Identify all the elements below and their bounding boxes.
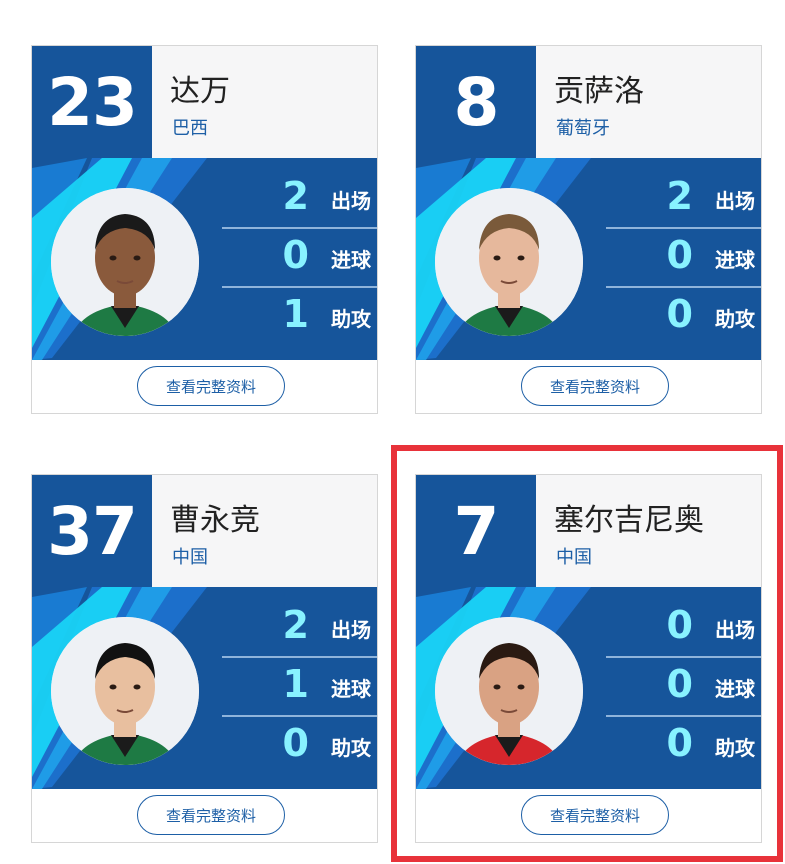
- player-photo[interactable]: [51, 188, 199, 336]
- stat-goals: 1 进球: [222, 654, 377, 713]
- stat-value: 2: [282, 603, 309, 647]
- stat-value: 2: [282, 174, 309, 218]
- stat-value: 1: [282, 292, 309, 336]
- stat-value: 1: [282, 662, 309, 706]
- stat-label: 助攻: [715, 307, 755, 331]
- stat-appearances: 0 出场: [606, 595, 761, 654]
- stat-assists: 0 助攻: [606, 713, 761, 772]
- player-country: 中国: [172, 547, 208, 568]
- stat-label: 出场: [331, 618, 371, 642]
- jersey-number: 7: [416, 475, 536, 587]
- stat-label: 出场: [715, 618, 755, 642]
- stat-label: 进球: [715, 248, 755, 272]
- jersey-number: 8: [416, 46, 536, 158]
- stat-value: 0: [282, 233, 309, 277]
- stats-panel: 2 出场 0 进球 0 助攻: [416, 158, 761, 360]
- stat-divider: [222, 715, 377, 717]
- card-header: 23 达万 巴西: [32, 46, 377, 158]
- player-country: 葡萄牙: [556, 118, 610, 139]
- stat-appearances: 2 出场: [606, 166, 761, 225]
- stat-label: 进球: [715, 677, 755, 701]
- stat-assists: 0 助攻: [606, 284, 761, 343]
- view-full-profile-button[interactable]: 查看完整资料: [137, 795, 285, 835]
- stat-goals: 0 进球: [222, 225, 377, 284]
- stat-divider: [222, 286, 377, 288]
- player-card: 8 贡萨洛 葡萄牙 2 出场 0 进球 0 助攻 查看完整资料: [415, 45, 762, 414]
- jersey-number: 23: [32, 46, 152, 158]
- stat-divider: [606, 286, 761, 288]
- player-card: 7 塞尔吉尼奥 中国 0 出场 0 进球 0 助攻 查看完整资料: [415, 474, 762, 843]
- stat-value: 0: [666, 721, 693, 765]
- player-country: 巴西: [172, 118, 208, 139]
- stat-value: 0: [666, 662, 693, 706]
- stat-appearances: 2 出场: [222, 595, 377, 654]
- stat-label: 助攻: [331, 736, 371, 760]
- stat-goals: 0 进球: [606, 225, 761, 284]
- player-photo[interactable]: [435, 188, 583, 336]
- stat-label: 助攻: [715, 736, 755, 760]
- view-full-profile-button[interactable]: 查看完整资料: [521, 795, 669, 835]
- jersey-number: 37: [32, 475, 152, 587]
- player-name[interactable]: 达万: [170, 66, 230, 110]
- stat-appearances: 2 出场: [222, 166, 377, 225]
- card-header: 37 曹永竞 中国: [32, 475, 377, 587]
- stats-panel: 0 出场 0 进球 0 助攻: [416, 587, 761, 789]
- stat-value: 0: [666, 233, 693, 277]
- stat-value: 0: [282, 721, 309, 765]
- player-name[interactable]: 曹永竞: [170, 495, 260, 539]
- stat-label: 出场: [331, 189, 371, 213]
- stat-divider: [222, 656, 377, 658]
- stat-label: 进球: [331, 248, 371, 272]
- stat-divider: [606, 227, 761, 229]
- player-card: 37 曹永竞 中国 2 出场 1 进球 0 助攻 查看完整资料: [31, 474, 378, 843]
- player-card: 23 达万 巴西 2 出场 0 进球 1 助攻 查看完整资料: [31, 45, 378, 414]
- stats-panel: 2 出场 0 进球 1 助攻: [32, 158, 377, 360]
- stat-label: 出场: [715, 189, 755, 213]
- player-photo[interactable]: [51, 617, 199, 765]
- view-full-profile-button[interactable]: 查看完整资料: [137, 366, 285, 406]
- player-name[interactable]: 贡萨洛: [554, 66, 644, 110]
- player-country: 中国: [556, 547, 592, 568]
- player-photo[interactable]: [435, 617, 583, 765]
- card-header: 7 塞尔吉尼奥 中国: [416, 475, 761, 587]
- stat-value: 0: [666, 603, 693, 647]
- stat-label: 助攻: [331, 307, 371, 331]
- stat-value: 2: [666, 174, 693, 218]
- stat-label: 进球: [331, 677, 371, 701]
- stat-divider: [222, 227, 377, 229]
- stats-panel: 2 出场 1 进球 0 助攻: [32, 587, 377, 789]
- stat-divider: [606, 656, 761, 658]
- view-full-profile-button[interactable]: 查看完整资料: [521, 366, 669, 406]
- stat-value: 0: [666, 292, 693, 336]
- stat-assists: 0 助攻: [222, 713, 377, 772]
- player-name[interactable]: 塞尔吉尼奥: [554, 495, 704, 539]
- stat-assists: 1 助攻: [222, 284, 377, 343]
- stat-divider: [606, 715, 761, 717]
- stat-goals: 0 进球: [606, 654, 761, 713]
- card-header: 8 贡萨洛 葡萄牙: [416, 46, 761, 158]
